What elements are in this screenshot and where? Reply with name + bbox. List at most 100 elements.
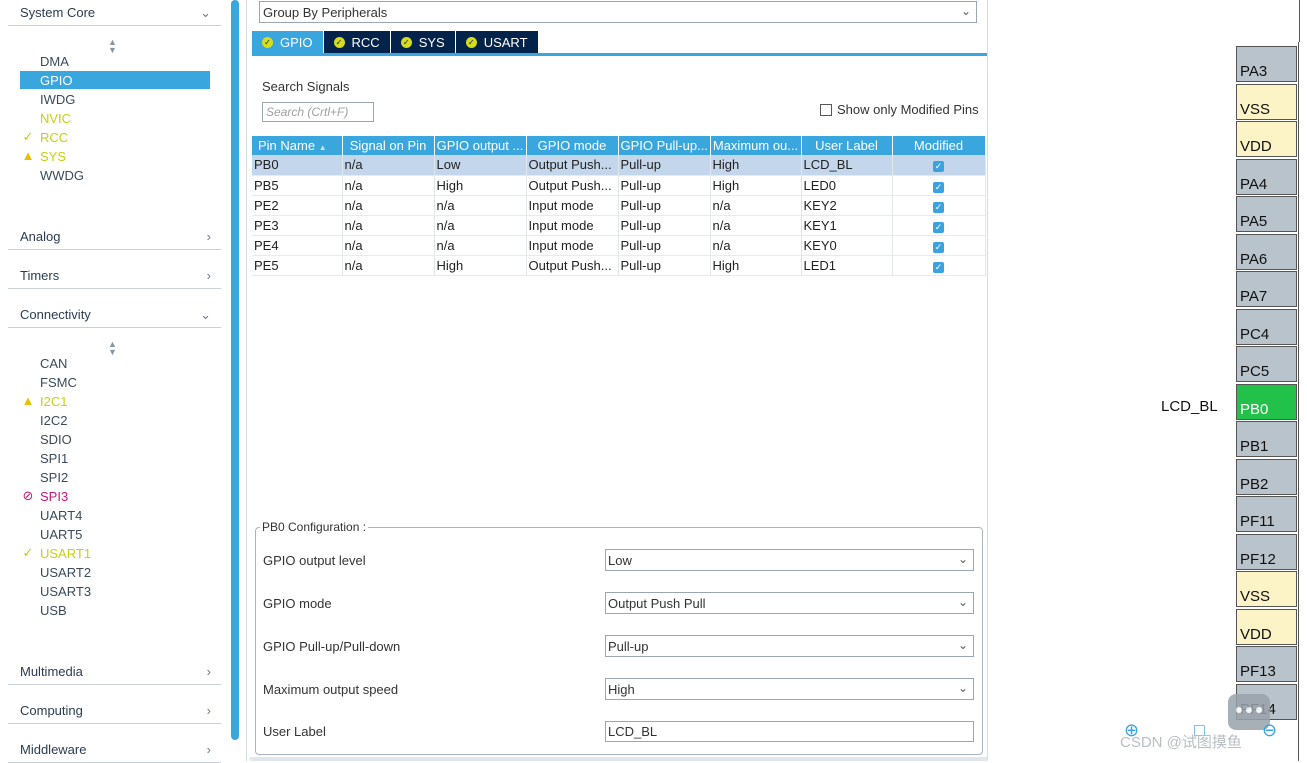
sidebar-item-iwdg[interactable]: IWDG xyxy=(20,90,210,108)
column-header-user-label[interactable]: User Label xyxy=(801,136,893,155)
tab-label: RCC xyxy=(351,34,380,50)
checked-checkbox-icon[interactable]: ✓ xyxy=(933,201,944,213)
pin-vdd[interactable]: VDD xyxy=(1236,609,1297,645)
pin-pa3[interactable]: PA3 xyxy=(1236,46,1297,82)
pin-vss[interactable]: VSS xyxy=(1236,571,1297,607)
group-by-select[interactable]: Group By Peripherals ⌄ xyxy=(259,1,977,23)
user-label-label: User Label xyxy=(263,724,326,739)
table-row[interactable]: PE3 n/a n/a Input mode Pull-up n/a KEY1 … xyxy=(252,215,986,236)
tab-gpio[interactable]: ✓ GPIO xyxy=(252,31,323,53)
table-row[interactable]: PE4 n/a n/a Input mode Pull-up n/a KEY0 … xyxy=(252,235,986,256)
category-multimedia[interactable]: Multimedia › xyxy=(8,659,221,685)
sidebar-item-sys[interactable]: ▲ SYS xyxy=(20,147,210,165)
sidebar-item-spi2[interactable]: SPI2 xyxy=(20,468,210,486)
category-timers[interactable]: Timers › xyxy=(8,263,221,289)
sidebar-item-uart4[interactable]: UART4 xyxy=(20,506,210,524)
sidebar-item-label: SPI3 xyxy=(40,488,69,504)
pin-pf11[interactable]: PF11 xyxy=(1236,496,1297,532)
pin-pa6[interactable]: PA6 xyxy=(1236,234,1297,270)
show-modified-checkbox[interactable]: Show only Modified Pins xyxy=(820,102,979,117)
column-header-signal[interactable]: Signal on Pin xyxy=(342,136,435,155)
category-system-core[interactable]: System Core ⌄ xyxy=(8,0,221,26)
column-header-mode[interactable]: GPIO mode xyxy=(526,136,619,155)
pull-select[interactable]: Pull-up ⌄ xyxy=(605,635,974,657)
panel-divider[interactable] xyxy=(246,0,247,761)
panel-divider[interactable] xyxy=(987,0,988,761)
sidebar-item-can[interactable]: CAN xyxy=(20,354,210,372)
column-header-pin-name[interactable]: Pin Name ▲ xyxy=(252,136,343,155)
table-row[interactable]: PE5 n/a High Output Push... Pull-up High… xyxy=(252,255,986,276)
pin-user-label: LCD_BL xyxy=(1161,398,1218,415)
pin-pb2[interactable]: PB2 xyxy=(1236,459,1297,495)
checked-checkbox-icon[interactable]: ✓ xyxy=(933,241,944,253)
column-header-modified[interactable]: Modified xyxy=(892,136,986,155)
pin-pc5[interactable]: PC5 xyxy=(1236,346,1297,382)
user-label-input[interactable] xyxy=(605,721,974,742)
column-header-speed[interactable]: Maximum ou... xyxy=(710,136,802,155)
category-connectivity[interactable]: Connectivity ⌄ xyxy=(8,302,221,328)
sidebar-item-gpio[interactable]: GPIO xyxy=(20,71,210,89)
sidebar-item-usart3[interactable]: USART3 xyxy=(20,582,210,600)
pin-vdd[interactable]: VDD xyxy=(1236,121,1297,157)
pin-pb1[interactable]: PB1 xyxy=(1236,421,1297,457)
category-computing[interactable]: Computing › xyxy=(8,698,221,724)
chip-outline xyxy=(1299,0,1307,44)
pin-vss[interactable]: VSS xyxy=(1236,84,1297,120)
sidebar-item-fsmc[interactable]: FSMC xyxy=(20,373,210,391)
sidebar-item-label: DMA xyxy=(40,53,69,69)
output-level-select[interactable]: Low ⌄ xyxy=(605,549,974,571)
pin-pc4[interactable]: PC4 xyxy=(1236,309,1297,345)
sidebar-item-label: WWDG xyxy=(40,167,85,183)
table-row[interactable]: PB0 n/a Low Output Push... Pull-up High … xyxy=(252,155,986,176)
table-row[interactable]: PE2 n/a n/a Input mode Pull-up n/a KEY2 … xyxy=(252,195,986,216)
sidebar-item-sdio[interactable]: SDIO xyxy=(20,430,210,448)
sidebar-item-wwdg[interactable]: WWDG xyxy=(20,166,210,184)
pin-configuration-group: PB0 Configuration : GPIO output level Lo… xyxy=(255,520,983,755)
cell-modified: ✓ xyxy=(892,255,986,276)
checked-checkbox-icon[interactable]: ✓ xyxy=(933,221,944,233)
gpio-mode-select[interactable]: Output Push Pull ⌄ xyxy=(605,592,974,614)
category-label: System Core xyxy=(20,5,96,20)
sidebar-scrollbar[interactable] xyxy=(231,0,239,740)
zoom-out-icon[interactable]: ⊖ xyxy=(1262,720,1277,741)
pin-pa5[interactable]: PA5 xyxy=(1236,196,1297,232)
category-middleware[interactable]: Middleware › xyxy=(8,737,221,763)
check-icon: ✓ xyxy=(22,129,34,144)
sidebar-item-usb[interactable]: USB xyxy=(20,601,210,619)
checked-checkbox-icon[interactable]: ✓ xyxy=(933,261,944,273)
tab-label: SYS xyxy=(418,34,445,50)
speed-select[interactable]: High ⌄ xyxy=(605,678,974,700)
sidebar-item-spi3[interactable]: ⊘ SPI3 xyxy=(20,487,210,505)
sidebar-item-usart2[interactable]: USART2 xyxy=(20,563,210,581)
main-horizontal-scrollbar[interactable] xyxy=(250,757,988,761)
pin-pa4[interactable]: PA4 xyxy=(1236,159,1297,195)
sidebar-item-spi1[interactable]: SPI1 xyxy=(20,449,210,467)
sidebar-item-label: SPI1 xyxy=(40,450,69,466)
column-header-pull[interactable]: GPIO Pull-up... xyxy=(618,136,711,155)
tab-usart[interactable]: ✓ USART xyxy=(455,31,538,53)
column-header-output-level[interactable]: GPIO output ... xyxy=(434,136,527,155)
sidebar-item-i2c2[interactable]: I2C2 xyxy=(20,411,210,429)
sidebar-item-usart1[interactable]: ✓ USART1 xyxy=(20,544,210,562)
search-input[interactable] xyxy=(262,102,374,122)
sidebar-item-rcc[interactable]: ✓ RCC xyxy=(20,128,210,146)
table-row[interactable]: PB5 n/a High Output Push... Pull-up High… xyxy=(252,175,986,196)
sidebar-item-i2c1[interactable]: ▲ I2C1 xyxy=(20,392,210,410)
checkbox-icon[interactable] xyxy=(820,103,832,116)
category-analog[interactable]: Analog › xyxy=(8,224,221,250)
sidebar-item-dma[interactable]: DMA xyxy=(20,52,210,70)
pin-pf13[interactable]: PF13 xyxy=(1236,646,1297,682)
pin-pf12[interactable]: PF12 xyxy=(1236,534,1297,570)
sidebar-item-nvic[interactable]: NVIC xyxy=(20,109,210,127)
tab-sys[interactable]: ✓ SYS xyxy=(390,31,455,53)
checked-checkbox-icon[interactable]: ✓ xyxy=(933,161,944,173)
checked-checkbox-icon[interactable]: ✓ xyxy=(933,181,944,193)
sidebar-item-uart5[interactable]: UART5 xyxy=(20,525,210,543)
cell-modified: ✓ xyxy=(892,175,986,196)
tab-underline xyxy=(252,53,987,56)
pin-pb0[interactable]: PB0 xyxy=(1236,384,1297,420)
cell-signal: n/a xyxy=(342,195,435,216)
tab-rcc[interactable]: ✓ RCC xyxy=(323,31,390,53)
pin-pa7[interactable]: PA7 xyxy=(1236,271,1297,307)
watermark: CSDN @试图摸鱼 xyxy=(1120,734,1242,751)
